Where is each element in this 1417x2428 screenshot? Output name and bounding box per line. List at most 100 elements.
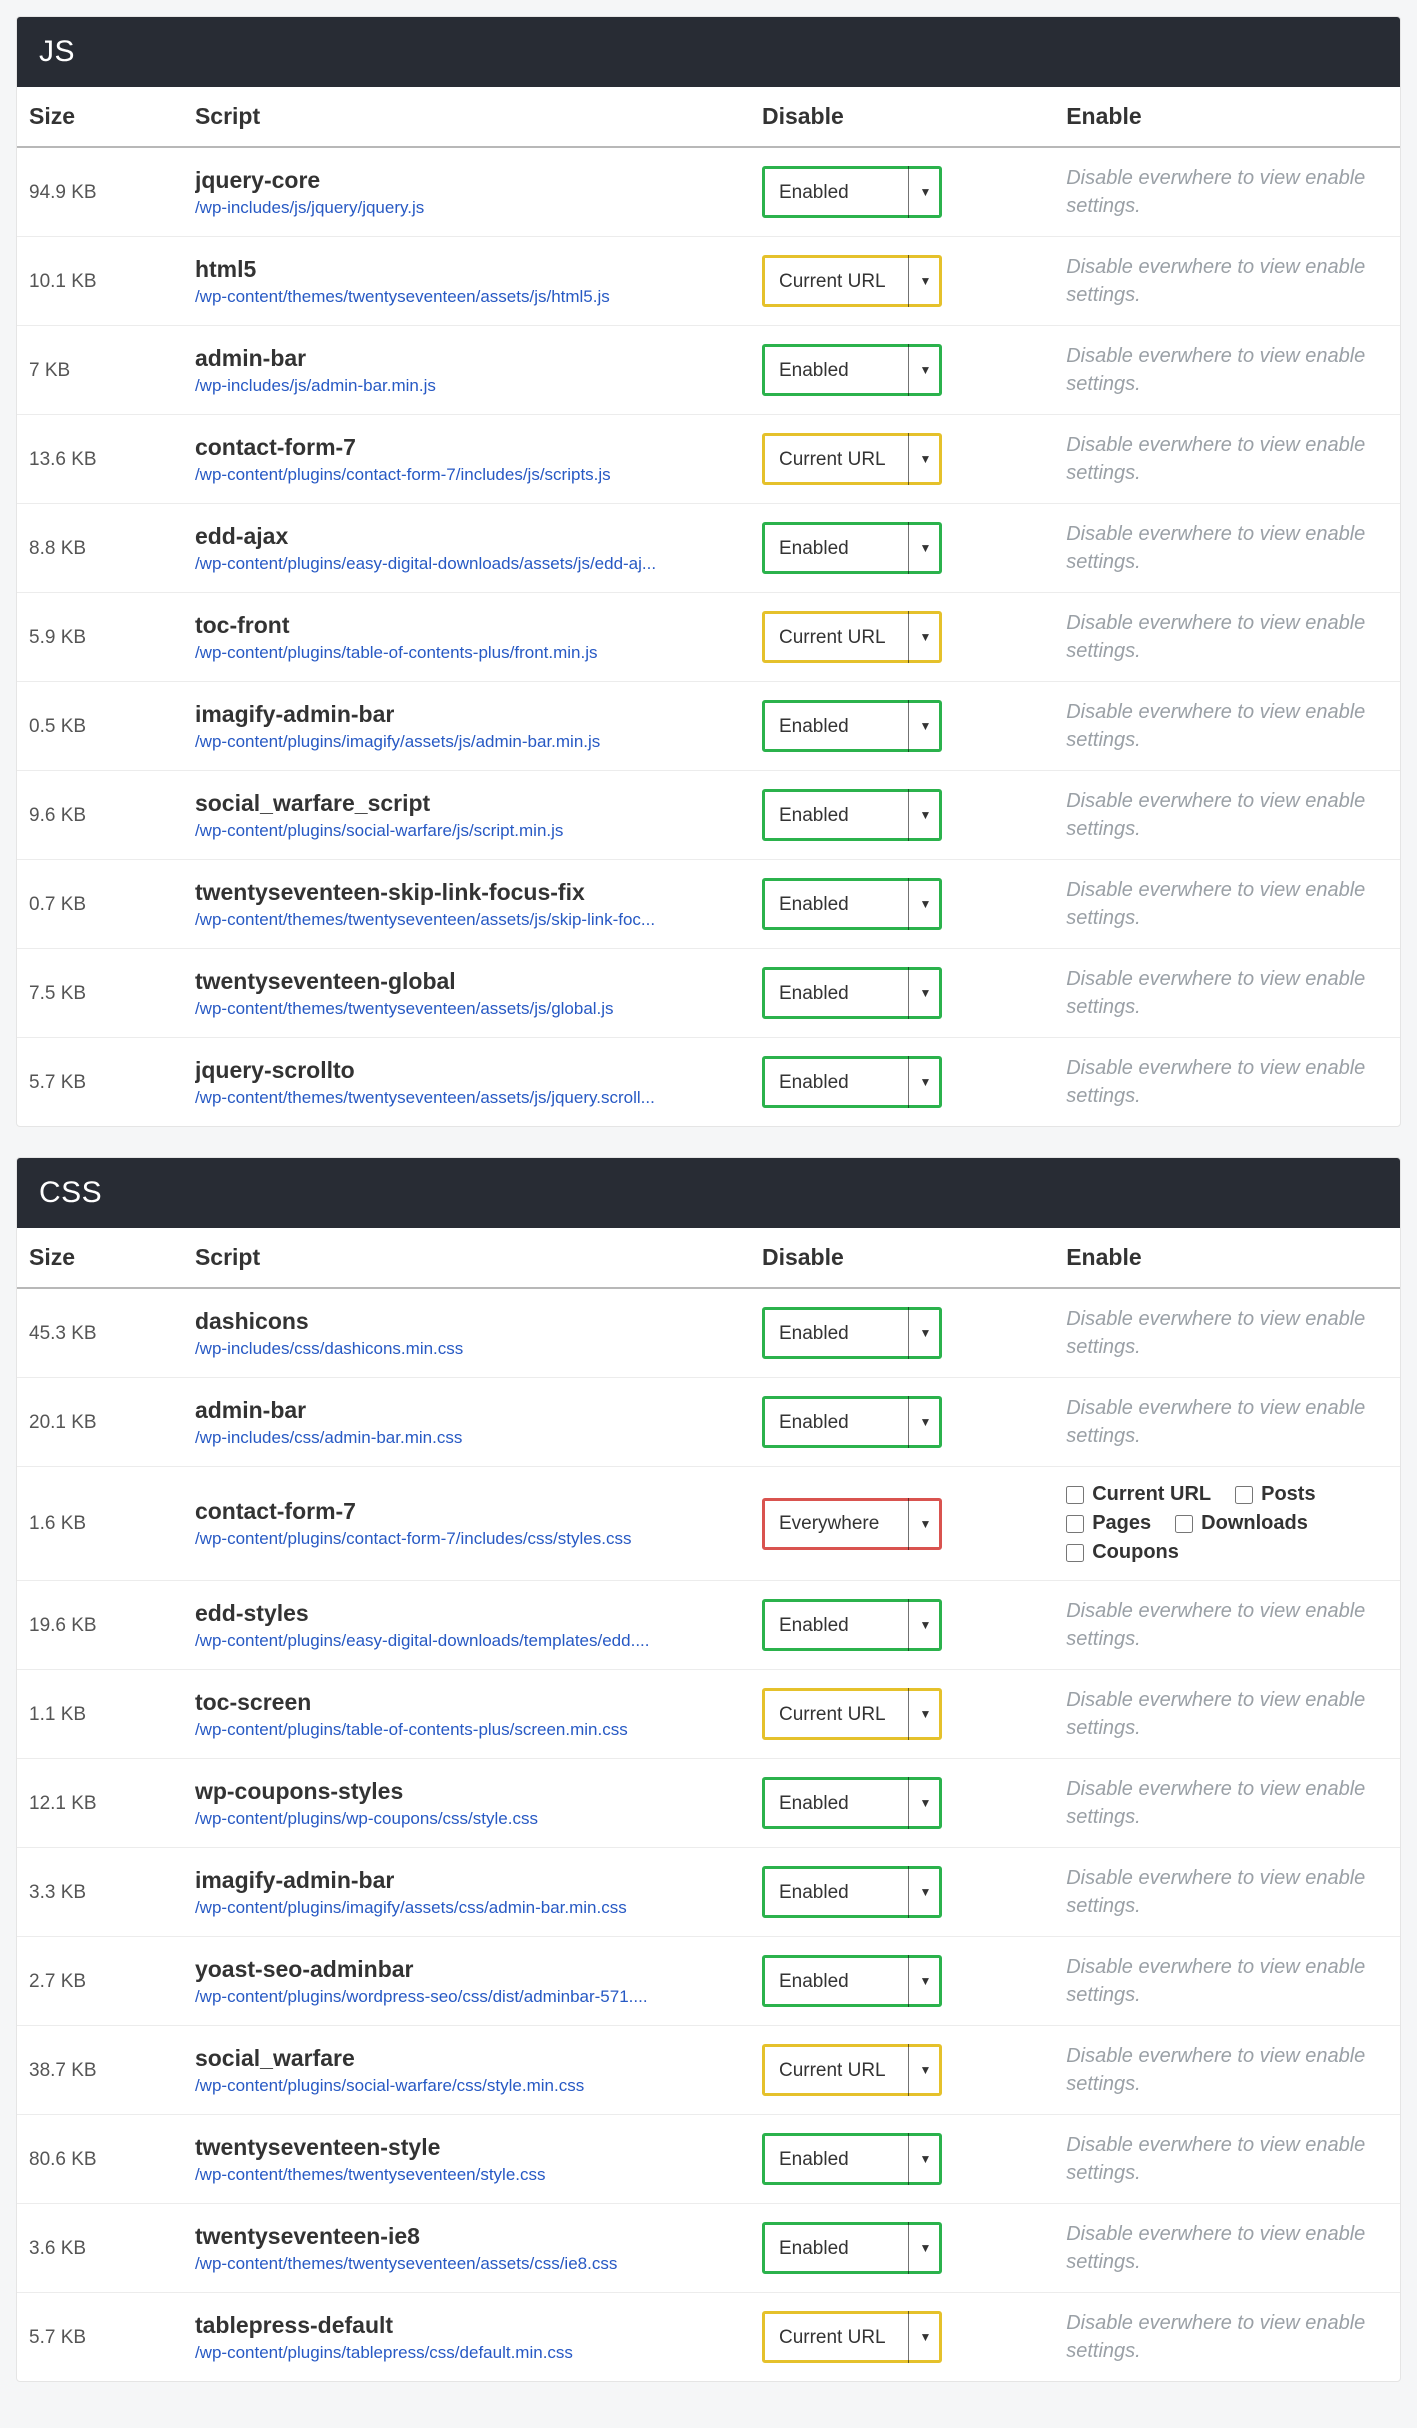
script-path[interactable]: /wp-content/themes/twentyseventeen/asset… [195, 1088, 738, 1108]
enable-placeholder-text: Disable everwhere to view enable setting… [1066, 342, 1388, 398]
script-path[interactable]: /wp-content/plugins/wordpress-seo/css/di… [195, 1987, 738, 2007]
enable-checkbox-group: Current URL Posts Pages Downloads Coupons [1066, 1483, 1388, 1564]
enable-placeholder-text: Disable everwhere to view enable setting… [1066, 520, 1388, 576]
checkbox-input[interactable] [1066, 1544, 1084, 1562]
disable-select[interactable]: EnabledCurrent URLEverywhere [762, 2222, 942, 2274]
table-row: 10.1 KBhtml5/wp-content/themes/twentysev… [17, 237, 1400, 326]
script-path[interactable]: /wp-content/plugins/table-of-contents-pl… [195, 643, 738, 663]
script-path[interactable]: /wp-includes/css/admin-bar.min.css [195, 1428, 738, 1448]
size-value: 1.1 KB [29, 1704, 86, 1725]
script-path[interactable]: /wp-content/plugins/social-warfare/js/sc… [195, 821, 738, 841]
script-path[interactable]: /wp-includes/css/dashicons.min.css [195, 1339, 738, 1359]
script-path[interactable]: /wp-content/plugins/contact-form-7/inclu… [195, 465, 738, 485]
size-value: 10.1 KB [29, 271, 97, 292]
disable-select[interactable]: EnabledCurrent URLEverywhere [762, 433, 942, 485]
script-name: jquery-scrollto [195, 1057, 738, 1084]
script-path[interactable]: /wp-content/themes/twentyseventeen/asset… [195, 910, 738, 930]
script-name: admin-bar [195, 1397, 738, 1424]
script-path[interactable]: /wp-content/plugins/table-of-contents-pl… [195, 1720, 738, 1740]
disable-select[interactable]: EnabledCurrent URLEverywhere [762, 166, 942, 218]
enable-placeholder-text: Disable everwhere to view enable setting… [1066, 876, 1388, 932]
enable-checkbox-current_url[interactable]: Current URL [1066, 1483, 1211, 1506]
size-value: 20.1 KB [29, 1412, 97, 1433]
script-name: twentyseventeen-global [195, 968, 738, 995]
size-value: 5.9 KB [29, 627, 86, 648]
disable-select[interactable]: EnabledCurrent URLEverywhere [762, 1307, 942, 1359]
enable-checkbox-posts[interactable]: Posts [1235, 1483, 1315, 1506]
disable-select[interactable]: EnabledCurrent URLEverywhere [762, 1599, 942, 1651]
enable-placeholder-text: Disable everwhere to view enable setting… [1066, 1775, 1388, 1831]
enable-placeholder-text: Disable everwhere to view enable setting… [1066, 2042, 1388, 2098]
header-enable: Enable [1054, 1228, 1400, 1288]
size-value: 2.7 KB [29, 1971, 86, 1992]
header-size: Size [17, 87, 183, 147]
size-value: 7 KB [29, 360, 70, 381]
script-path[interactable]: /wp-content/plugins/tablepress/css/defau… [195, 2343, 738, 2363]
table-row: 20.1 KB admin-bar/wp-includes/css/admin-b… [17, 1378, 1400, 1467]
script-name: imagify-admin-bar [195, 1867, 738, 1894]
disable-select[interactable]: EnabledCurrent URLEverywhere [762, 700, 942, 752]
script-name: jquery-core [195, 167, 738, 194]
header-disable: Disable [750, 1228, 1054, 1288]
enable-checkbox-coupons[interactable]: Coupons [1066, 1541, 1179, 1564]
disable-select[interactable]: EnabledCurrent URLEverywhere [762, 1866, 942, 1918]
enable-placeholder-text: Disable everwhere to view enable setting… [1066, 1953, 1388, 2009]
disable-select[interactable]: EnabledCurrent URLEverywhere [762, 1498, 942, 1550]
disable-select[interactable]: EnabledCurrent URLEverywhere [762, 1777, 942, 1829]
table-row: 94.9 KBjquery-core/wp-includes/js/jquery… [17, 147, 1400, 237]
disable-select[interactable]: EnabledCurrent URLEverywhere [762, 789, 942, 841]
script-path[interactable]: /wp-content/plugins/imagify/assets/js/ad… [195, 732, 738, 752]
enable-checkbox-pages[interactable]: Pages [1066, 1512, 1151, 1535]
disable-select[interactable]: EnabledCurrent URLEverywhere [762, 344, 942, 396]
enable-placeholder-text: Disable everwhere to view enable setting… [1066, 253, 1388, 309]
disable-select[interactable]: EnabledCurrent URLEverywhere [762, 522, 942, 574]
script-path[interactable]: /wp-content/plugins/easy-digital-downloa… [195, 1631, 738, 1651]
table-row: 9.6 KBsocial_warfare_script/wp-content/p… [17, 771, 1400, 860]
script-name: twentyseventeen-ie8 [195, 2223, 738, 2250]
script-path[interactable]: /wp-includes/js/jquery/jquery.js [195, 198, 738, 218]
table-row: 13.6 KBcontact-form-7/wp-content/plugins… [17, 415, 1400, 504]
script-path[interactable]: /wp-includes/js/admin-bar.min.js [195, 376, 738, 396]
script-path[interactable]: /wp-content/plugins/social-warfare/css/s… [195, 2076, 738, 2096]
checkbox-label: Downloads [1201, 1512, 1308, 1535]
script-path[interactable]: /wp-content/plugins/imagify/assets/css/a… [195, 1898, 738, 1918]
script-path[interactable]: /wp-content/themes/twentyseventeen/asset… [195, 999, 738, 1019]
script-path[interactable]: /wp-content/plugins/contact-form-7/inclu… [195, 1529, 738, 1549]
size-value: 19.6 KB [29, 1615, 97, 1636]
script-path[interactable]: /wp-content/plugins/wp-coupons/css/style… [195, 1809, 738, 1829]
table-row: 38.7 KBsocial_warfare/wp-content/plugins… [17, 2026, 1400, 2115]
disable-select[interactable]: EnabledCurrent URLEverywhere [762, 2311, 942, 2363]
table-row: 0.5 KBimagify-admin-bar/wp-content/plugi… [17, 682, 1400, 771]
disable-select[interactable]: EnabledCurrent URLEverywhere [762, 878, 942, 930]
enable-placeholder-text: Disable everwhere to view enable setting… [1066, 1394, 1388, 1450]
enable-placeholder-text: Disable everwhere to view enable setting… [1066, 787, 1388, 843]
checkbox-label: Coupons [1092, 1541, 1179, 1564]
disable-select[interactable]: EnabledCurrent URLEverywhere [762, 611, 942, 663]
disable-select[interactable]: EnabledCurrent URLEverywhere [762, 1056, 942, 1108]
enable-checkbox-downloads[interactable]: Downloads [1175, 1512, 1308, 1535]
script-name: twentyseventeen-skip-link-focus-fix [195, 879, 738, 906]
script-name: edd-ajax [195, 523, 738, 550]
enable-placeholder-text: Disable everwhere to view enable setting… [1066, 1597, 1388, 1653]
disable-select[interactable]: EnabledCurrent URLEverywhere [762, 1688, 942, 1740]
script-path[interactable]: /wp-content/themes/twentyseventeen/asset… [195, 287, 738, 307]
script-path[interactable]: /wp-content/themes/twentyseventeen/asset… [195, 2254, 738, 2274]
disable-select[interactable]: EnabledCurrent URLEverywhere [762, 255, 942, 307]
disable-select[interactable]: EnabledCurrent URLEverywhere [762, 1396, 942, 1448]
script-path[interactable]: /wp-content/themes/twentyseventeen/style… [195, 2165, 738, 2185]
disable-select[interactable]: EnabledCurrent URLEverywhere [762, 967, 942, 1019]
script-name: contact-form-7 [195, 1498, 738, 1525]
checkbox-input[interactable] [1066, 1515, 1084, 1533]
size-value: 13.6 KB [29, 449, 97, 470]
disable-select[interactable]: EnabledCurrent URLEverywhere [762, 2133, 942, 2185]
checkbox-input[interactable] [1235, 1486, 1253, 1504]
checkbox-input[interactable] [1066, 1486, 1084, 1504]
disable-select[interactable]: EnabledCurrent URLEverywhere [762, 1955, 942, 2007]
scripts-table: SizeScriptDisableEnable45.3 KBdashicons/… [17, 1228, 1400, 2381]
disable-select[interactable]: EnabledCurrent URLEverywhere [762, 2044, 942, 2096]
script-name: twentyseventeen-style [195, 2134, 738, 2161]
size-value: 0.5 KB [29, 716, 86, 737]
checkbox-input[interactable] [1175, 1515, 1193, 1533]
section-title: CSS [17, 1158, 1400, 1228]
script-path[interactable]: /wp-content/plugins/easy-digital-downloa… [195, 554, 738, 574]
